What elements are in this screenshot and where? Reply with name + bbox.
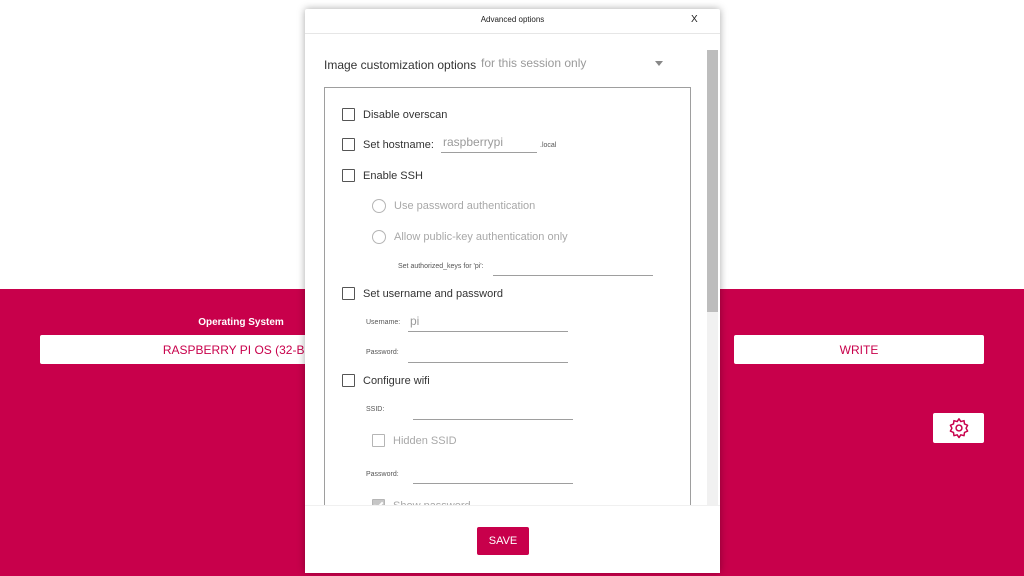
password-auth-option[interactable]: Use password authentication (372, 199, 535, 213)
pubkey-auth-label: Allow public-key authentication only (394, 231, 568, 243)
disable-overscan-checkbox[interactable] (342, 108, 355, 121)
scrollbar-thumb[interactable] (707, 50, 718, 312)
set-hostname-checkbox[interactable] (342, 138, 355, 151)
image-customization-label: Image customization options (324, 58, 477, 72)
disable-overscan-option[interactable]: Disable overscan (342, 108, 447, 121)
close-button[interactable]: X (691, 14, 698, 25)
password-label: Password: (366, 349, 399, 356)
dropdown-caret-icon (655, 61, 663, 66)
gear-icon (949, 418, 968, 439)
hidden-ssid-label: Hidden SSID (393, 434, 457, 447)
dialog-footer: SAVE (305, 505, 720, 573)
dialog-title: Advanced options (480, 15, 545, 24)
customization-scope-dropdown[interactable]: for this session only (481, 56, 663, 74)
password-auth-label: Use password authentication (394, 200, 536, 212)
set-username-password-option[interactable]: Set username and password (342, 287, 503, 300)
save-button[interactable]: SAVE (477, 527, 529, 555)
advanced-options-dialog: Advanced options X Image customization o… (305, 9, 720, 573)
set-hostname-option[interactable]: Set hostname: (342, 138, 434, 151)
advanced-settings-button[interactable] (933, 413, 984, 443)
configure-wifi-checkbox[interactable] (342, 374, 355, 387)
enable-ssh-option[interactable]: Enable SSH (342, 169, 423, 182)
hidden-ssid-option[interactable]: Hidden SSID (372, 434, 457, 447)
pubkey-auth-radio[interactable] (372, 230, 386, 244)
wifi-password-label: Password: (366, 471, 399, 478)
configure-wifi-option[interactable]: Configure wifi (342, 374, 430, 387)
enable-ssh-checkbox[interactable] (342, 169, 355, 182)
hidden-ssid-checkbox[interactable] (372, 434, 385, 447)
ssid-label: SSID: (366, 406, 385, 413)
dialog-titlebar: Advanced options X (305, 9, 720, 34)
username-label: Username: (366, 319, 401, 326)
authorized-keys-label: Set authorized_keys for 'pi': (398, 263, 484, 270)
authorized-keys-input[interactable] (493, 258, 653, 276)
password-input[interactable] (408, 345, 568, 363)
disable-overscan-label: Disable overscan (363, 108, 448, 121)
configure-wifi-label: Configure wifi (363, 374, 430, 387)
username-input[interactable]: pi (408, 314, 568, 332)
hostname-suffix: .local (540, 142, 557, 149)
options-panel: Disable overscan Set hostname: raspberry… (324, 87, 691, 529)
password-auth-radio[interactable] (372, 199, 386, 213)
write-button[interactable]: WRITE (734, 335, 984, 364)
customization-scope-value: for this session only (481, 56, 587, 70)
set-username-password-label: Set username and password (363, 287, 504, 300)
enable-ssh-label: Enable SSH (363, 169, 423, 182)
ssid-input[interactable] (413, 402, 573, 420)
set-username-password-checkbox[interactable] (342, 287, 355, 300)
hostname-input[interactable]: raspberrypi (441, 135, 537, 153)
pubkey-auth-option[interactable]: Allow public-key authentication only (372, 230, 568, 244)
set-hostname-label: Set hostname: (363, 138, 434, 151)
wifi-password-input[interactable] (413, 466, 573, 484)
